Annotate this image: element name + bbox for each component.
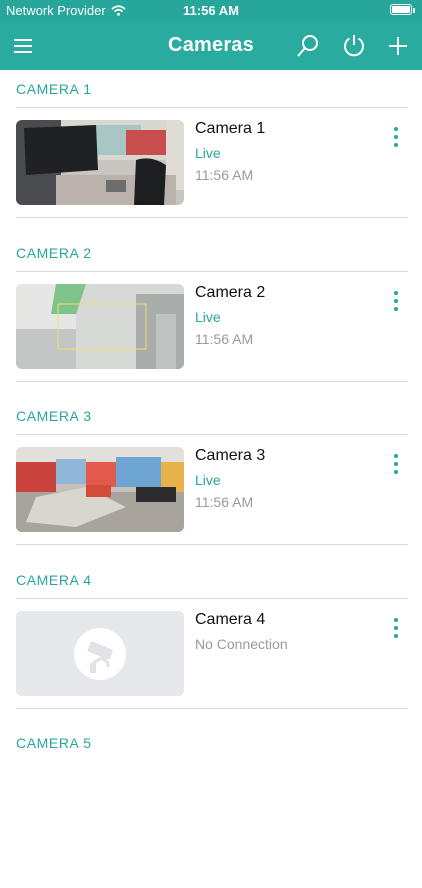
camera-section-2: CAMERA 2 Camera 2 Live 11:56 AM: [0, 234, 422, 398]
divider: [16, 217, 408, 218]
camera-thumbnail[interactable]: [16, 447, 184, 532]
status-bar: Network Provider 11:56 AM: [0, 0, 422, 22]
section-header: CAMERA 1: [16, 81, 92, 97]
search-icon[interactable]: [296, 34, 320, 58]
camera-name: Camera 1: [195, 120, 266, 137]
divider: [16, 597, 408, 599]
camera-section-5: CAMERA 5: [0, 724, 422, 888]
power-icon[interactable]: [342, 34, 366, 58]
camera-name: Camera 2: [195, 283, 266, 301]
more-options-icon[interactable]: [386, 289, 406, 313]
nav-bar: Cameras: [0, 22, 422, 70]
camera-name: Camera 3: [195, 447, 266, 464]
camera-thumbnail[interactable]: [16, 283, 184, 369]
camera-list: CAMERA 1 Camera 1 Live 11:56 AM CAMERA 2: [0, 70, 422, 888]
camera-time: 11:56 AM: [195, 167, 254, 183]
section-header: CAMERA 3: [16, 408, 92, 424]
status-time: 11:56 AM: [183, 3, 239, 18]
more-options-icon[interactable]: [386, 125, 406, 149]
camera-section-4: CAMERA 4 Camera 4 No Connection: [0, 561, 422, 725]
camera-name: Camera 4: [195, 610, 266, 628]
section-header: CAMERA 4: [16, 571, 92, 588]
divider: [16, 107, 408, 108]
add-icon[interactable]: [386, 34, 410, 58]
camera-status: Live: [195, 308, 221, 325]
more-options-icon[interactable]: [386, 616, 406, 640]
camera-status: Live: [195, 472, 221, 488]
more-options-icon[interactable]: [386, 452, 406, 476]
section-header: CAMERA 5: [16, 735, 92, 751]
camera-section-1: CAMERA 1 Camera 1 Live 11:56 AM: [0, 70, 422, 234]
camera-section-3: CAMERA 3 Camera 3 Live 11:56 AM: [0, 397, 422, 561]
camera-time: 11:56 AM: [195, 330, 254, 347]
divider: [16, 434, 408, 435]
divider: [16, 270, 408, 272]
section-header: CAMERA 2: [16, 244, 92, 261]
divider: [16, 707, 408, 709]
camera-status: No Connection: [195, 635, 288, 652]
camera-status: Live: [195, 145, 221, 161]
camera-time: 11:56 AM: [195, 494, 254, 510]
divider: [16, 380, 408, 382]
divider: [16, 544, 408, 545]
battery-tip: [413, 8, 415, 13]
battery-icon: [390, 4, 412, 15]
camera-thumbnail-placeholder[interactable]: [16, 610, 184, 696]
camera-thumbnail[interactable]: [16, 120, 184, 205]
